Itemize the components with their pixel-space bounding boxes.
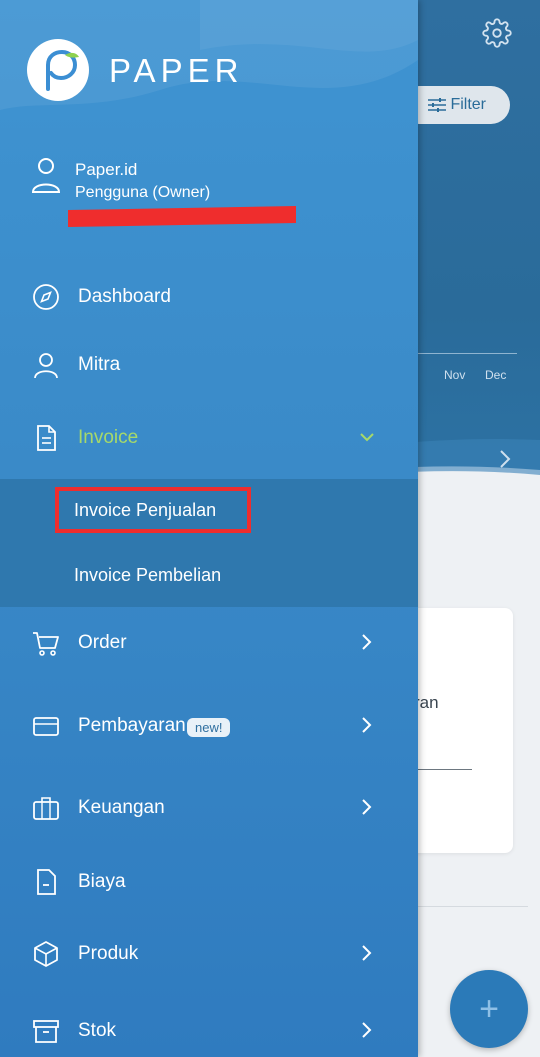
- briefcase-icon: [33, 797, 59, 820]
- highlight-annotation: [55, 487, 251, 533]
- box-icon: [34, 941, 58, 967]
- logo-icon: [46, 49, 79, 91]
- navigation-drawer: PAPER Paper.id Pengguna (Owner) Dashboar…: [0, 0, 418, 1057]
- nav-label: Stok: [78, 1020, 117, 1041]
- card-divider: [418, 769, 472, 770]
- nav-label: Biaya: [78, 871, 126, 892]
- chevron-right-icon: [362, 634, 372, 650]
- filter-label: Filter: [450, 96, 486, 113]
- user-icon: [30, 155, 62, 200]
- chevron-down-icon: [360, 433, 374, 442]
- month-label: Dec: [485, 368, 507, 382]
- document-icon: [37, 425, 56, 451]
- nav-item-mitra[interactable]: Mitra: [0, 340, 418, 390]
- chevron-right-icon: [362, 799, 372, 815]
- user-name: Paper.id: [75, 160, 138, 179]
- nav-item-stok[interactable]: Stok: [0, 1006, 418, 1056]
- nav-item-produk[interactable]: Produk: [0, 929, 418, 979]
- chevron-right-icon[interactable]: [498, 448, 512, 470]
- archive-icon: [33, 1020, 59, 1043]
- nav-item-dashboard[interactable]: Dashboard: [0, 272, 418, 322]
- month-label: Nov: [444, 368, 466, 382]
- nav-item-pembayaran[interactable]: Pembayaran new!: [0, 701, 418, 751]
- plus-icon: +: [479, 989, 499, 1028]
- nav-label: Mitra: [78, 354, 121, 375]
- compass-icon: [33, 284, 59, 310]
- brand-name: PAPER: [109, 52, 244, 89]
- chevron-right-icon: [362, 1022, 372, 1038]
- user-role: Pengguna (Owner): [75, 184, 211, 201]
- divider: [418, 906, 528, 907]
- nav-label: Order: [78, 632, 127, 653]
- nav-label: Produk: [78, 943, 139, 964]
- add-fab-button[interactable]: +: [450, 970, 528, 1048]
- cart-icon: [33, 632, 59, 656]
- nav-label: Dashboard: [78, 286, 171, 307]
- new-badge: new!: [187, 718, 231, 737]
- person-icon: [34, 353, 58, 379]
- chevron-right-icon: [362, 717, 372, 733]
- submenu-item-invoice-pembelian[interactable]: Invoice Pembelian: [74, 565, 221, 586]
- nav-item-order[interactable]: Order: [0, 618, 418, 668]
- nav-item-keuangan[interactable]: Keuangan: [0, 783, 418, 833]
- redaction-mark: [68, 206, 296, 227]
- gear-icon[interactable]: [482, 18, 512, 48]
- nav-label: Keuangan: [78, 797, 165, 818]
- paper-logo: [27, 39, 89, 101]
- sliders-icon: [428, 98, 447, 112]
- chart-axis-line: [418, 353, 517, 354]
- nav-item-biaya[interactable]: Biaya: [0, 857, 418, 907]
- chevron-right-icon: [362, 945, 372, 961]
- receipt-icon: [37, 869, 56, 895]
- nav-label: Pembayaran: [78, 715, 186, 736]
- nav-item-invoice[interactable]: Invoice: [0, 413, 418, 463]
- credit-card-icon: [33, 717, 59, 736]
- nav-label: Invoice: [78, 427, 139, 448]
